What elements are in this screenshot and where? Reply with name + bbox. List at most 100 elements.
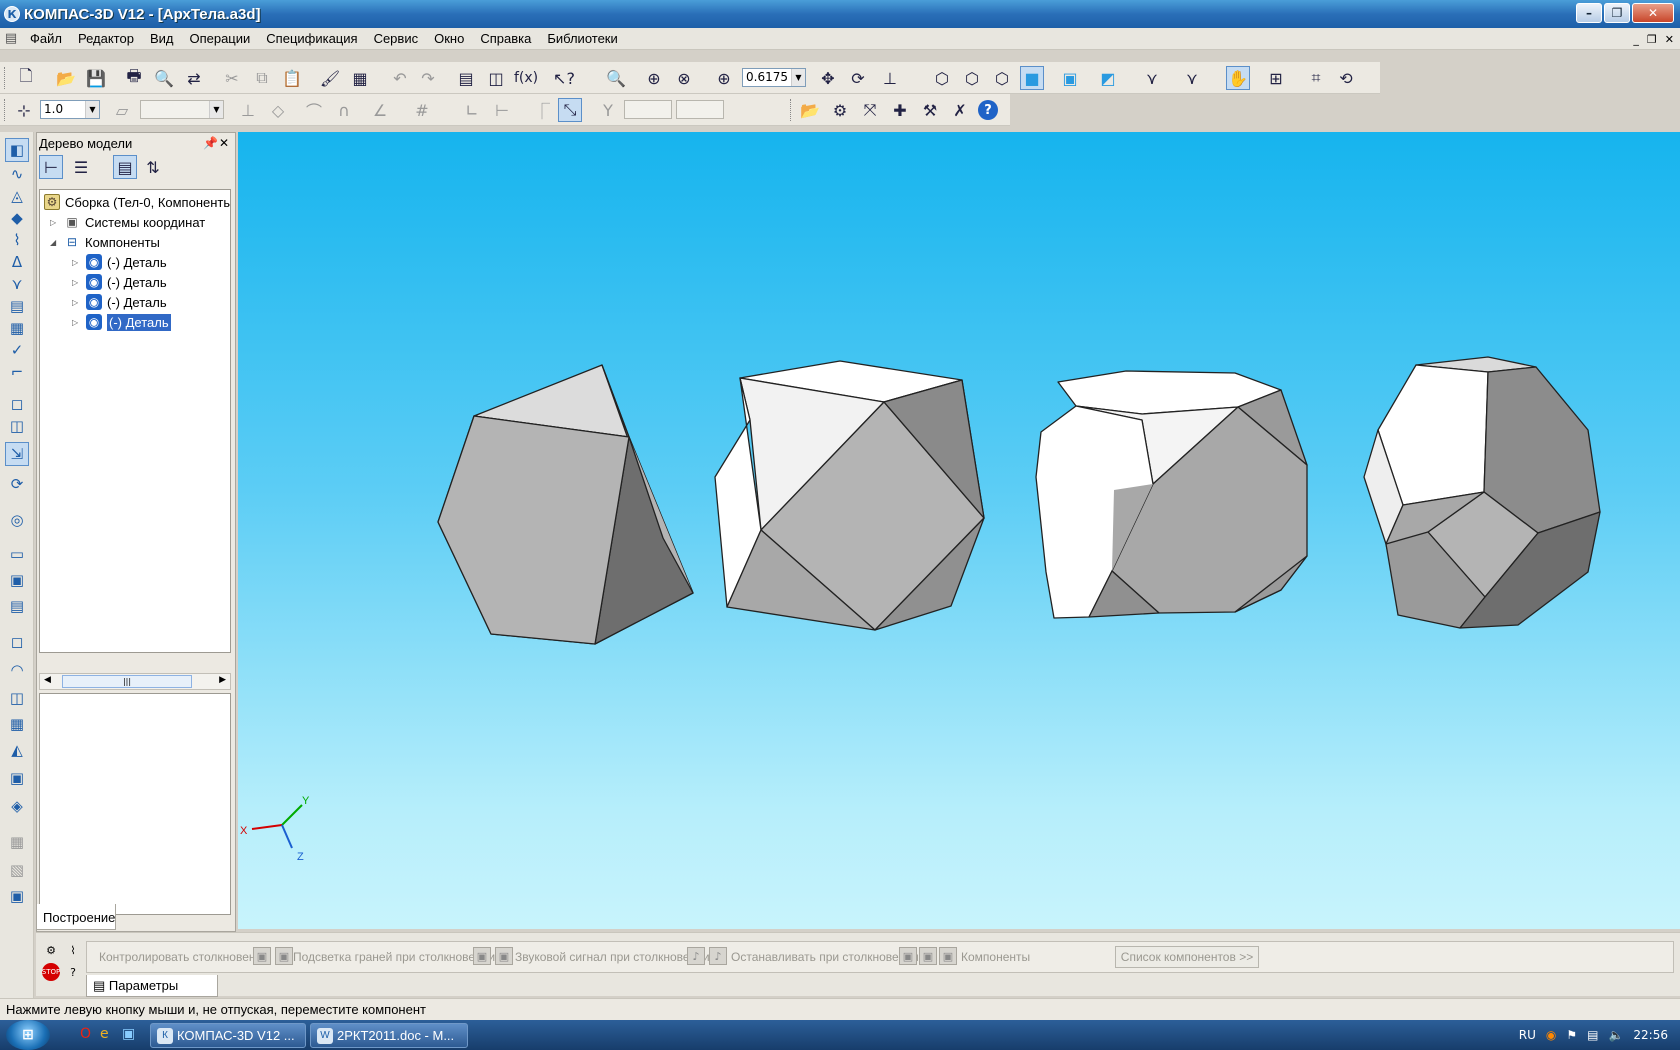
axis-icon[interactable]: ⊢: [490, 98, 514, 122]
curves-icon[interactable]: ∿: [5, 162, 29, 186]
tree-sort-icon[interactable]: ⇅: [141, 155, 165, 179]
hidden-lines-icon[interactable]: ⬡: [960, 66, 984, 90]
create-object-icon[interactable]: ⚙: [42, 941, 60, 959]
rotate-tool-icon[interactable]: ⟳: [5, 472, 29, 496]
assembly-icon[interactable]: ⚙: [828, 98, 852, 122]
scroll-right-icon[interactable]: ▶: [219, 675, 226, 685]
rotate-icon[interactable]: ⟳: [846, 66, 870, 90]
stop-on-icon[interactable]: ▣: [919, 947, 937, 965]
mate-icon[interactable]: ⚒: [918, 98, 942, 122]
menu-view[interactable]: Вид: [142, 28, 182, 50]
split-icon[interactable]: ▧: [5, 858, 29, 882]
tree-item-part[interactable]: ▷ ◉ (-) Деталь: [72, 292, 167, 312]
shaded-icon[interactable]: ■: [1020, 66, 1044, 90]
browser-icon[interactable]: e: [100, 1026, 109, 1042]
close-button[interactable]: ✕: [1632, 3, 1674, 23]
tray-flag-icon[interactable]: ⚑: [1566, 1028, 1577, 1042]
components-tool-icon[interactable]: ◫: [5, 414, 29, 438]
stop-off-icon[interactable]: ▣: [899, 947, 917, 965]
round-icon[interactable]: ⎾: [530, 98, 554, 122]
opera-icon[interactable]: O: [80, 1026, 91, 1042]
menu-specification[interactable]: Спецификация: [258, 28, 365, 50]
perspective-icon[interactable]: ◩: [1096, 66, 1120, 90]
orientation-icon[interactable]: ⊥: [878, 66, 902, 90]
shell-icon[interactable]: ◫: [5, 686, 29, 710]
tree-list-icon[interactable]: ▤: [113, 155, 137, 179]
tree-item-coordinate-systems[interactable]: ▷ ▣ Системы координат: [50, 212, 205, 232]
move-component-icon[interactable]: ⤧: [858, 98, 882, 122]
surface-icon[interactable]: ◬: [5, 184, 29, 208]
hole-icon[interactable]: ◻: [5, 630, 29, 654]
menu-window[interactable]: Окно: [426, 28, 472, 50]
snap-on-icon[interactable]: ⌒: [302, 98, 326, 122]
document-icon[interactable]: ▤: [0, 28, 22, 50]
spec-icon[interactable]: ▤: [5, 294, 29, 318]
paste-icon[interactable]: 📋: [280, 66, 304, 90]
mdi-restore-icon[interactable]: ❐: [1647, 33, 1657, 46]
hand-tool-icon[interactable]: ✋: [1226, 66, 1250, 90]
mirror-icon[interactable]: ◈: [5, 794, 29, 818]
3d-viewport[interactable]: X Y Z: [238, 132, 1680, 929]
diagnostics-icon[interactable]: ✓: [5, 338, 29, 362]
layer-combobox[interactable]: ▼: [140, 100, 224, 119]
mdi-close-icon[interactable]: ✕: [1665, 33, 1674, 46]
pin-icon[interactable]: 📌: [203, 136, 218, 150]
menu-editor[interactable]: Редактор: [70, 28, 142, 50]
copy-icon[interactable]: ⧉: [250, 66, 274, 90]
plane-icon[interactable]: ◇: [266, 98, 290, 122]
minimize-button[interactable]: –: [1576, 3, 1602, 23]
components-list-button[interactable]: Список компонентов >>: [1115, 946, 1259, 968]
collision-on-icon[interactable]: ▣: [275, 947, 293, 965]
menu-libraries[interactable]: Библиотеки: [539, 28, 625, 50]
draft-icon[interactable]: ◭: [5, 738, 29, 762]
option-highlight-faces[interactable]: Подсветка граней при столкновении: [293, 950, 495, 964]
print-preview-icon[interactable]: 🔍: [152, 66, 176, 90]
scroll-left-icon[interactable]: ◀: [44, 675, 51, 685]
local-cs-icon[interactable]: ⊥: [236, 98, 260, 122]
tree-horizontal-scrollbar[interactable]: ◀ ||| ▶: [39, 673, 231, 690]
sound-on-icon[interactable]: ♪: [709, 947, 727, 965]
menu-service[interactable]: Сервис: [366, 28, 427, 50]
tree-item-part[interactable]: ▷ ◉ (-) Деталь: [72, 272, 167, 292]
variables-icon[interactable]: f(x): [514, 66, 538, 90]
pan-icon[interactable]: ✥: [816, 66, 840, 90]
option-components[interactable]: Компоненты: [961, 950, 1030, 964]
zoom-in-icon[interactable]: ⊕: [642, 66, 666, 90]
tray-network-icon[interactable]: ▤: [1587, 1028, 1598, 1042]
tray-volume-icon[interactable]: 🔈: [1608, 1028, 1623, 1042]
redo-icon[interactable]: ↷: [416, 66, 440, 90]
edit-assembly-icon[interactable]: ◧: [5, 138, 29, 162]
coord-x-field[interactable]: [624, 100, 672, 119]
zoom-icon[interactable]: ⊕: [712, 66, 736, 90]
layers-icon[interactable]: ◫: [484, 66, 508, 90]
measure-icon[interactable]: ⌗: [1304, 66, 1328, 90]
highlight-on-icon[interactable]: ▣: [495, 947, 513, 965]
tree-structure-icon[interactable]: ⊢: [39, 155, 63, 179]
zoom-window-icon[interactable]: 🔍: [604, 66, 628, 90]
properties-icon[interactable]: ▦: [348, 66, 372, 90]
zoom-combobox[interactable]: 0.6175 ▼: [742, 68, 806, 87]
undo-icon[interactable]: ↶: [388, 66, 412, 90]
part-tool-icon[interactable]: ◻: [5, 392, 29, 416]
open-folder-icon[interactable]: 📂: [54, 66, 78, 90]
sound-off-icon[interactable]: ♪: [687, 947, 705, 965]
hidden-thin-icon[interactable]: ⬡: [990, 66, 1014, 90]
task-word-document[interactable]: W 2РКТ2011.doc - M...: [310, 1023, 468, 1048]
check-icon[interactable]: ▣: [5, 884, 29, 908]
collision-off-icon[interactable]: ▣: [253, 947, 271, 965]
manager-icon[interactable]: ▤: [454, 66, 478, 90]
stop-icon[interactable]: STOP: [42, 963, 60, 981]
menu-operations[interactable]: Операции: [181, 28, 258, 50]
report-icon[interactable]: ▦: [5, 316, 29, 340]
layer-icon[interactable]: ▱: [110, 98, 134, 122]
save-icon[interactable]: 💾: [84, 66, 108, 90]
step-icon[interactable]: ⊹: [12, 98, 36, 122]
print-icon[interactable]: 🖶: [122, 66, 146, 90]
cursor-snap-icon[interactable]: ⤡: [558, 98, 582, 122]
language-indicator[interactable]: RU: [1519, 1028, 1536, 1042]
cut-icon[interactable]: ✂: [220, 66, 244, 90]
maximize-button[interactable]: ❐: [1604, 3, 1630, 23]
mdi-minimize-icon[interactable]: _: [1633, 33, 1639, 46]
filter-tool-icon[interactable]: ⋎: [5, 272, 29, 296]
wireframe-icon[interactable]: ⬡: [930, 66, 954, 90]
